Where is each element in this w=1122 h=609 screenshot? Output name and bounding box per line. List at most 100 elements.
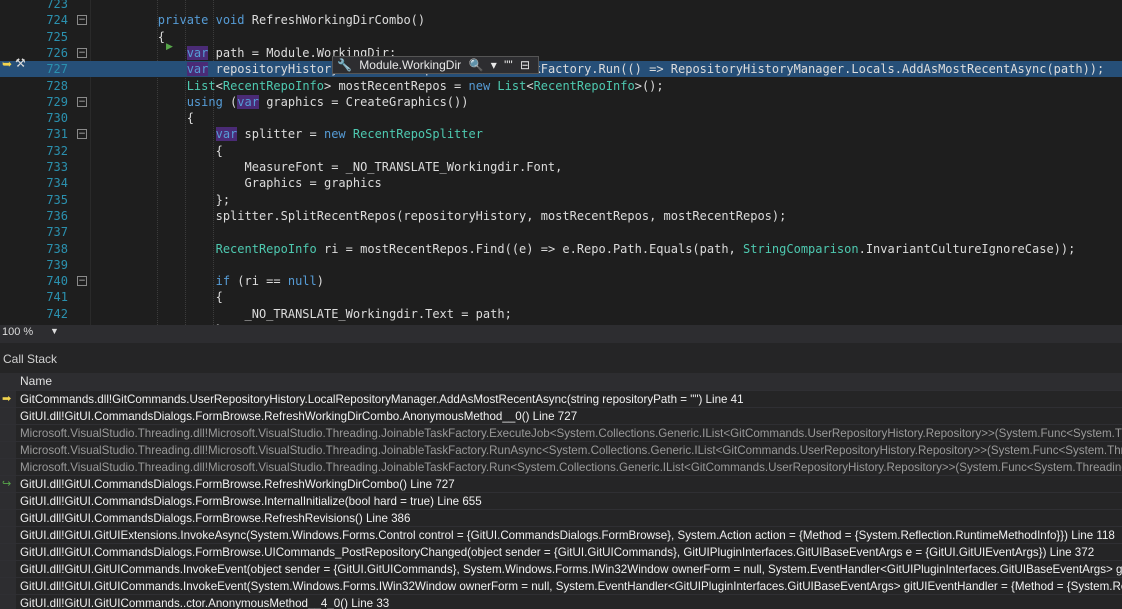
code-text[interactable]: { <box>100 29 165 45</box>
code-line[interactable]: 736 splitter.SplitRecentRepos(repository… <box>0 208 1122 224</box>
code-text[interactable]: if (ri == null) <box>100 273 324 289</box>
code-text[interactable]: { <box>100 110 194 126</box>
code-text[interactable]: RecentRepoInfo ri = mostRecentRepos.Find… <box>100 241 1076 257</box>
code-token: .InvariantCultureIgnoreCase)); <box>858 241 1076 256</box>
line-number: 729 <box>46 94 68 109</box>
return-frame-arrow-icon: ↪ <box>2 478 12 490</box>
call-stack-frame[interactable]: GitUI.dll!GitUI.CommandsDialogs.FormBrow… <box>0 492 1122 510</box>
code-line[interactable]: 731− var splitter = new RecentRepoSplitt… <box>0 126 1122 142</box>
wrench-icon: 🔧 <box>337 58 352 72</box>
code-token: < <box>526 78 534 93</box>
zoom-level[interactable]: 100 % <box>2 326 33 338</box>
code-text[interactable]: splitter.SplitRecentRepos(repositoryHist… <box>100 208 787 224</box>
code-token: var <box>186 62 209 77</box>
call-stack-frame[interactable]: ➡ GitCommands.dll!GitCommands.UserReposit… <box>0 390 1122 408</box>
code-line[interactable]: 742 _NO_TRANSLATE_Workingdir.Text = path… <box>0 306 1122 322</box>
code-token: MeasureFont = _NO_TRANSLATE_Workingdir.F… <box>100 160 563 174</box>
code-line[interactable]: 739 <box>0 257 1122 273</box>
search-icon[interactable]: 🔍 <box>468 58 483 72</box>
code-text[interactable]: Graphics = graphics <box>100 175 381 191</box>
chevron-down-icon[interactable]: ▼ <box>50 326 59 336</box>
line-number: 739 <box>46 257 68 272</box>
code-token: }; <box>100 192 231 207</box>
code-line[interactable]: 738 RecentRepoInfo ri = mostRecentRepos.… <box>0 241 1122 257</box>
frame-text: GitUI.dll!GitUI.CommandsDialogs.FormBrow… <box>20 478 455 491</box>
code-text[interactable]: private void RefreshWorkingDirCombo() <box>100 12 425 28</box>
collapse-icon[interactable]: − <box>77 15 87 26</box>
call-stack-frame[interactable]: ↪ GitUI.dll!GitUI.CommandsDialogs.FormBro… <box>0 475 1122 493</box>
code-token: { <box>100 143 223 158</box>
frame-text: GitUI.dll!GitUI.CommandsDialogs.FormBrow… <box>20 546 1095 559</box>
code-text[interactable]: var repositoryHistory = ThreadHelper.Joi… <box>100 61 1104 77</box>
call-stack-frame[interactable]: GitUI.dll!GitUI.GitUICommands.InvokeEven… <box>0 577 1122 595</box>
call-stack-frame[interactable]: Microsoft.VisualStudio.Threading.dll!Mic… <box>0 424 1122 442</box>
code-line[interactable]: 729− using (var graphics = CreateGraphic… <box>0 94 1122 110</box>
call-stack-frame[interactable]: GitUI.dll!GitUI.CommandsDialogs.FormBrow… <box>0 509 1122 527</box>
code-token: splitter = <box>237 127 324 142</box>
column-header[interactable]: Name <box>0 373 1122 390</box>
collapse-icon[interactable]: − <box>77 129 87 140</box>
code-token: RecentRepoInfo <box>222 78 324 93</box>
code-line[interactable]: 730 { <box>0 110 1122 126</box>
code-token: null <box>287 274 317 289</box>
code-line[interactable]: 733 MeasureFont = _NO_TRANSLATE_Workingd… <box>0 159 1122 175</box>
code-line[interactable]: 724− private void RefreshWorkingDirCombo… <box>0 12 1122 28</box>
code-token: { <box>100 29 166 44</box>
call-stack-frame[interactable]: GitUI.dll!GitUI.CommandsDialogs.FormBrow… <box>0 543 1122 561</box>
line-number: 740 <box>46 274 68 289</box>
frame-text: GitUI.dll!GitUI.CommandsDialogs.FormBrow… <box>20 495 482 508</box>
call-stack-frame[interactable]: GitUI.dll!GitUI.GitUICommands..ctor.Anon… <box>0 594 1122 609</box>
call-stack-frame[interactable]: Microsoft.VisualStudio.Threading.dll!Mic… <box>0 441 1122 459</box>
code-text[interactable]: using (var graphics = CreateGraphics()) <box>100 94 468 110</box>
dropdown-icon[interactable]: ▾ <box>491 58 497 72</box>
code-token: new <box>468 78 491 93</box>
code-token: graphics = CreateGraphics()) <box>258 94 469 109</box>
line-number: 724 <box>46 13 68 28</box>
code-text[interactable]: MeasureFont = _NO_TRANSLATE_Workingdir.F… <box>100 159 562 175</box>
code-line-current[interactable]: 727 var repositoryHistory = ThreadHelper… <box>0 61 1122 78</box>
code-text[interactable]: var splitter = new RecentRepoSplitter <box>100 126 483 142</box>
call-stack-frame[interactable]: GitUI.dll!GitUI.GitUIExtensions.InvokeAs… <box>0 526 1122 544</box>
call-stack-frame[interactable]: GitUI.dll!GitUI.CommandsDialogs.FormBrow… <box>0 407 1122 425</box>
code-line[interactable]: 732 { <box>0 143 1122 159</box>
edit-and-continue-icon: ⚒ <box>15 56 26 70</box>
datatip-string: "" <box>504 58 513 72</box>
code-token: new <box>323 127 346 142</box>
step-arrow-icon: ▶ <box>166 41 173 51</box>
code-line[interactable]: 740− if (ri == null) <box>0 273 1122 289</box>
code-text[interactable]: { <box>100 143 223 159</box>
line-number: 728 <box>46 78 68 93</box>
column-header-name[interactable]: Name <box>20 374 52 388</box>
code-token: { <box>100 111 194 126</box>
code-line[interactable]: 723 <box>0 0 1122 12</box>
collapse-icon[interactable]: − <box>77 276 87 287</box>
collapse-icon[interactable]: − <box>77 96 87 107</box>
call-stack-frame[interactable]: Microsoft.VisualStudio.Threading.dll!Mic… <box>0 458 1122 476</box>
code-line[interactable]: 741 { <box>0 289 1122 305</box>
code-line[interactable]: 734 Graphics = graphics <box>0 175 1122 191</box>
zoom-bar: 100 % ▼ <box>0 325 1122 343</box>
code-line[interactable]: 728 List<RecentRepoInfo> mostRecentRepos… <box>0 78 1122 94</box>
code-editor[interactable]: 723 724− private void RefreshWorkingDirCo… <box>0 0 1122 325</box>
collapse-icon[interactable]: − <box>77 47 87 58</box>
code-text[interactable]: }; <box>100 192 230 208</box>
datatip-value[interactable]: Module.WorkingDir <box>359 58 461 72</box>
pin-icon[interactable]: ⊟ <box>520 58 530 72</box>
line-number: 735 <box>46 192 68 207</box>
code-line[interactable]: 735 }; <box>0 192 1122 208</box>
code-token: ri = mostRecentRepos.Find((e) => e.Repo.… <box>316 241 744 256</box>
call-stack-panel: Call Stack Name ➡ GitCommands.dll!GitComm… <box>0 343 1122 609</box>
code-text[interactable]: List<RecentRepoInfo> mostRecentRepos = n… <box>100 78 664 94</box>
datatip[interactable]: 🔧 Module.WorkingDir 🔍 ▾ "" ⊟ <box>332 56 540 74</box>
code-text[interactable]: { <box>100 289 223 305</box>
call-stack-frame[interactable]: GitUI.dll!GitUI.GitUICommands.InvokeEven… <box>0 560 1122 578</box>
code-text[interactable]: _NO_TRANSLATE_Workingdir.Text = path; <box>100 306 511 322</box>
code-line[interactable]: 737 <box>0 224 1122 240</box>
line-number: 734 <box>46 176 68 191</box>
